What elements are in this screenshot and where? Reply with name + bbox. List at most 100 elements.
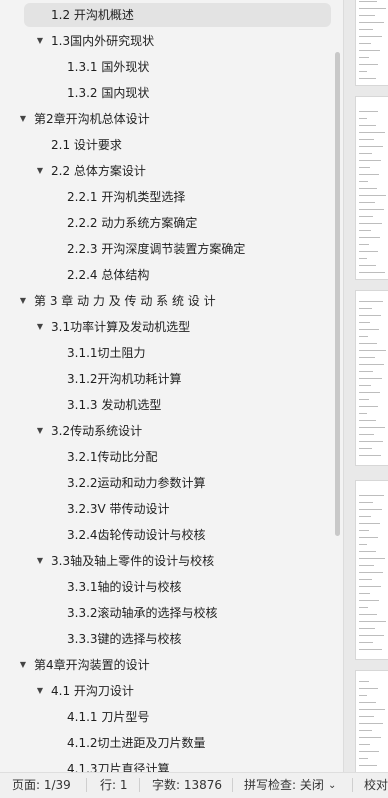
page-thumbnail[interactable] (355, 480, 388, 660)
outline-item[interactable]: 3.3.2滚动轴承的选择与校核 (0, 601, 333, 625)
page-indicator[interactable]: 页面: 1/39 (12, 773, 71, 798)
page-thumbnail[interactable] (355, 670, 388, 772)
outline-item[interactable]: 1.3.1 国外现状 (0, 55, 333, 79)
divider (352, 778, 353, 792)
outline-item[interactable]: ▼ 3.2传动系统设计 (0, 419, 333, 443)
thumbnail-text-line (359, 642, 373, 643)
outline-item-label: 3.2传动系统设计 (51, 424, 143, 438)
outline-item[interactable]: 4.1.2切土进距及刀片数量 (0, 731, 333, 755)
caret-down-icon[interactable]: ▼ (18, 289, 28, 313)
thumbnail-text-line (359, 50, 380, 51)
thumbnail-text-line (359, 146, 383, 147)
caret-down-icon[interactable]: ▼ (35, 29, 45, 53)
outline-item[interactable]: 2.1 设计要求 (0, 133, 333, 157)
thumbnail-text-line (359, 118, 367, 119)
thumbnail-text-line (359, 153, 372, 154)
outline-item[interactable]: 3.1.2开沟机功耗计算 (0, 367, 333, 391)
thumbnail-text-line (359, 737, 381, 738)
outline-item[interactable]: ▼ 第 3 章 动 力 及 传 动 系 统 设 计 (0, 289, 333, 313)
outline-item[interactable]: 1.2 开沟机概述 (24, 3, 331, 27)
thumbnail-text-line (359, 160, 381, 161)
thumbnail-text-line (359, 758, 368, 759)
caret-down-icon[interactable]: ▼ (18, 107, 28, 131)
outline-item[interactable]: 4.1.3刀片直径计算 (0, 757, 333, 772)
page-thumbnail[interactable] (355, 290, 388, 466)
page-thumbnails-panel (343, 0, 388, 772)
thumbnail-text-line (359, 600, 379, 601)
divider (232, 778, 233, 792)
thumbnail-text-line (359, 572, 383, 573)
outline-item[interactable]: 3.2.4齿轮传动设计与校核 (0, 523, 333, 547)
thumbnail-text-line (359, 71, 367, 72)
outline-item-label: 3.2.3V 带传动设计 (67, 502, 170, 516)
outline-item-label: 2.2 总体方案设计 (51, 164, 146, 178)
spell-check-toggle[interactable]: 拼写检查: 关闭 (244, 773, 324, 798)
outline-item-label: 3.2.4齿轮传动设计与校核 (67, 528, 206, 542)
outline-item[interactable]: 3.2.2运动和动力参数计算 (0, 471, 333, 495)
outline-item[interactable]: ▼ 2.2 总体方案设计 (0, 159, 333, 183)
outline-item[interactable]: 3.2.3V 带传动设计 (0, 497, 333, 521)
thumbnail-text-line (359, 371, 373, 372)
outline-item-label: 4.1.1 刀片型号 (67, 710, 150, 724)
outline-item[interactable]: 4.1.1 刀片型号 (0, 705, 333, 729)
thumbnail-text-line (359, 716, 374, 717)
outline-item-label: 3.1.1切土阻力 (67, 346, 146, 360)
thumbnail-text-line (359, 434, 374, 435)
thumbnail-text-line (359, 78, 376, 79)
caret-down-icon[interactable]: ▼ (35, 159, 45, 183)
thumbnail-text-line (359, 544, 367, 545)
thumbnail-text-line (359, 579, 372, 580)
thumbnail-text-line (359, 322, 370, 323)
outline-scrollbar-thumb[interactable] (335, 52, 340, 536)
outline-item[interactable]: 2.2.2 动力系统方案确定 (0, 211, 333, 235)
proofread-button[interactable]: 校对 (364, 773, 388, 798)
thumbnail-text-line (359, 399, 369, 400)
status-bar: 页面: 1/39 行: 1 字数: 13876 拼写检查: 关闭 ⌄ 校对 (0, 772, 388, 798)
caret-down-icon[interactable]: ▼ (35, 549, 45, 573)
outline-item-label: 3.3.2滚动轴承的选择与校核 (67, 606, 218, 620)
outline-item[interactable]: ▼ 第4章开沟装置的设计 (0, 653, 333, 677)
thumbnail-text-line (359, 209, 384, 210)
thumbnail-text-line (359, 730, 372, 731)
caret-down-icon[interactable]: ▼ (35, 419, 45, 443)
thumbnail-text-line (359, 537, 378, 538)
outline-item[interactable]: ▼ 第2章开沟机总体设计 (0, 107, 333, 131)
chevron-down-icon[interactable]: ⌄ (328, 773, 336, 798)
outline-item[interactable]: 2.2.3 开沟深度调节装置方案确定 (0, 237, 333, 261)
outline-item[interactable]: 3.1.3 发动机选型 (0, 393, 333, 417)
thumbnail-text-line (359, 244, 369, 245)
thumbnail-text-line (359, 111, 378, 112)
thumbnail-text-line (359, 565, 374, 566)
outline-item[interactable]: 3.3.1轴的设计与校核 (0, 575, 333, 599)
outline-item[interactable]: ▼ 1.3国内外研究现状 (0, 29, 333, 53)
outline-item-label: 3.3.3键的选择与校核 (67, 632, 182, 646)
outline-item[interactable]: 3.3.3键的选择与校核 (0, 627, 333, 651)
caret-down-icon[interactable]: ▼ (35, 679, 45, 703)
thumbnail-text-line (359, 237, 380, 238)
outline-item[interactable]: 3.2.1传动比分配 (0, 445, 333, 469)
thumbnail-text-line (359, 350, 386, 351)
page-thumbnail[interactable] (355, 0, 388, 86)
thumbnail-text-line (359, 223, 382, 224)
outline-item-label: 3.1.3 发动机选型 (67, 398, 162, 412)
outline-item[interactable]: ▼ 3.1功率计算及发动机选型 (0, 315, 333, 339)
thumbnail-text-line (359, 301, 383, 302)
outline-item[interactable]: 2.2.4 总体结构 (0, 263, 333, 287)
outline-scrollbar[interactable] (333, 0, 343, 772)
outline-item[interactable]: 3.1.1切土阻力 (0, 341, 333, 365)
outline-item-label: 第 3 章 动 力 及 传 动 系 统 设 计 (34, 294, 216, 308)
outline-item[interactable]: ▼ 3.3轴及轴上零件的设计与校核 (0, 549, 333, 573)
thumbnail-text-line (359, 230, 371, 231)
outline-item[interactable]: 1.3.2 国内现状 (0, 81, 333, 105)
outline-item[interactable]: 2.2.1 开沟机类型选择 (0, 185, 333, 209)
thumbnail-text-line (359, 357, 375, 358)
word-count[interactable]: 字数: 13876 (152, 773, 222, 798)
outline-item[interactable]: ▼ 4.1 开沟刀设计 (0, 679, 333, 703)
page-thumbnail[interactable] (355, 96, 388, 280)
outline-item-label: 3.3.1轴的设计与校核 (67, 580, 182, 594)
document-outline-panel: 1.2 开沟机概述 ▼ 1.3国内外研究现状 1.3.1 国外现状 1.3.2 国内现状… (0, 0, 333, 772)
caret-down-icon[interactable]: ▼ (18, 653, 28, 677)
thumbnail-text-line (359, 681, 369, 682)
outline-item-label: 第2章开沟机总体设计 (34, 112, 150, 126)
caret-down-icon[interactable]: ▼ (35, 315, 45, 339)
